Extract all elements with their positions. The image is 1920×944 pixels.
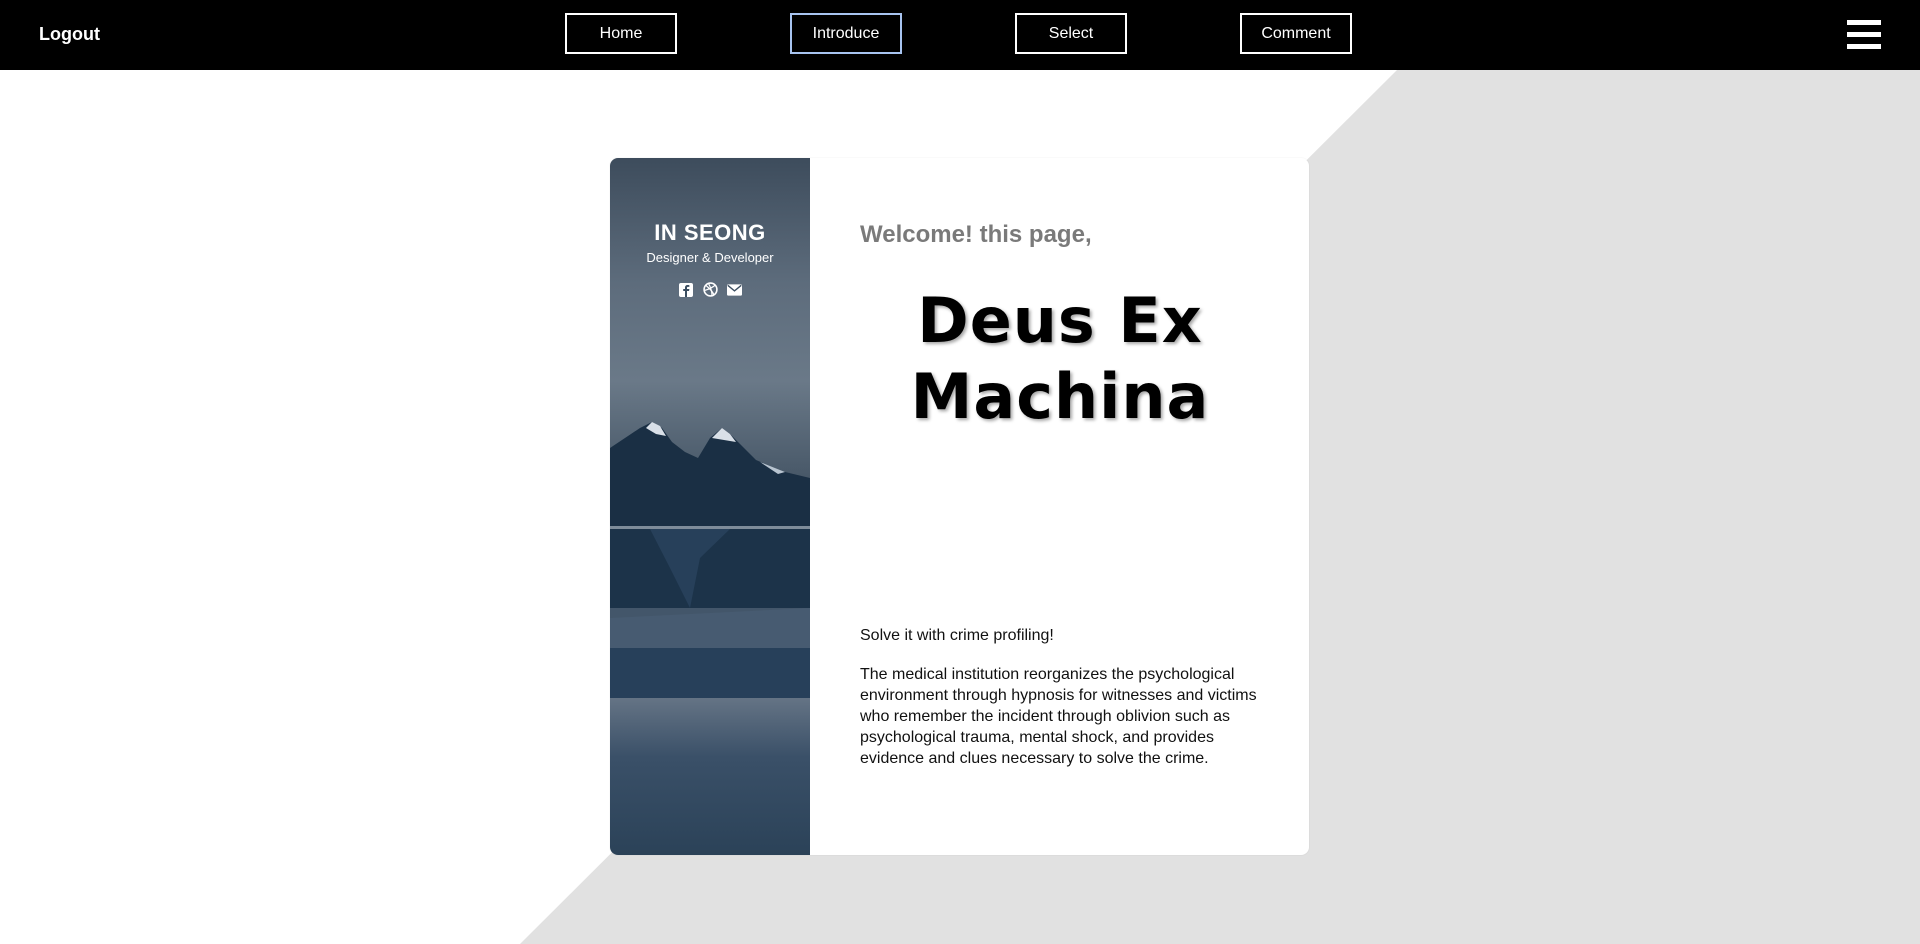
top-navbar: Logout Home Introduce Select Comment bbox=[0, 0, 1920, 70]
welcome-heading: Welcome! this page, bbox=[860, 221, 1092, 248]
profile-name: IN SEONG bbox=[654, 220, 766, 245]
description-paragraph: The medical institution reorganizes the … bbox=[860, 666, 1257, 767]
hero-title-line2: Machina bbox=[910, 360, 1210, 433]
nav-comment-button[interactable]: Comment bbox=[1240, 13, 1352, 54]
hero-title: Deus Ex Machina bbox=[860, 283, 1260, 435]
email-icon[interactable] bbox=[726, 282, 742, 297]
intro-content: Welcome! this page, Deus Ex Machina Solv… bbox=[810, 158, 1309, 855]
nav-home-button[interactable]: Home bbox=[565, 13, 677, 54]
social-icons bbox=[610, 282, 810, 297]
profile-role: Designer & Developer bbox=[646, 250, 774, 265]
facebook-icon[interactable] bbox=[679, 282, 694, 297]
hero-title-line1: Deus Ex bbox=[917, 284, 1203, 357]
hamburger-menu-icon[interactable] bbox=[1847, 20, 1881, 49]
tagline: Solve it with crime profiling! bbox=[860, 627, 1054, 644]
profile-image-panel: IN SEONG Designer & Developer bbox=[610, 158, 810, 855]
dribbble-icon[interactable] bbox=[702, 282, 718, 297]
profile-card: IN SEONG Designer & Developer Welcome! t… bbox=[610, 158, 1309, 855]
logout-link[interactable]: Logout bbox=[39, 24, 100, 45]
nav-introduce-button[interactable]: Introduce bbox=[790, 13, 902, 54]
nav-select-button[interactable]: Select bbox=[1015, 13, 1127, 54]
mountain-lake-image bbox=[610, 422, 810, 698]
